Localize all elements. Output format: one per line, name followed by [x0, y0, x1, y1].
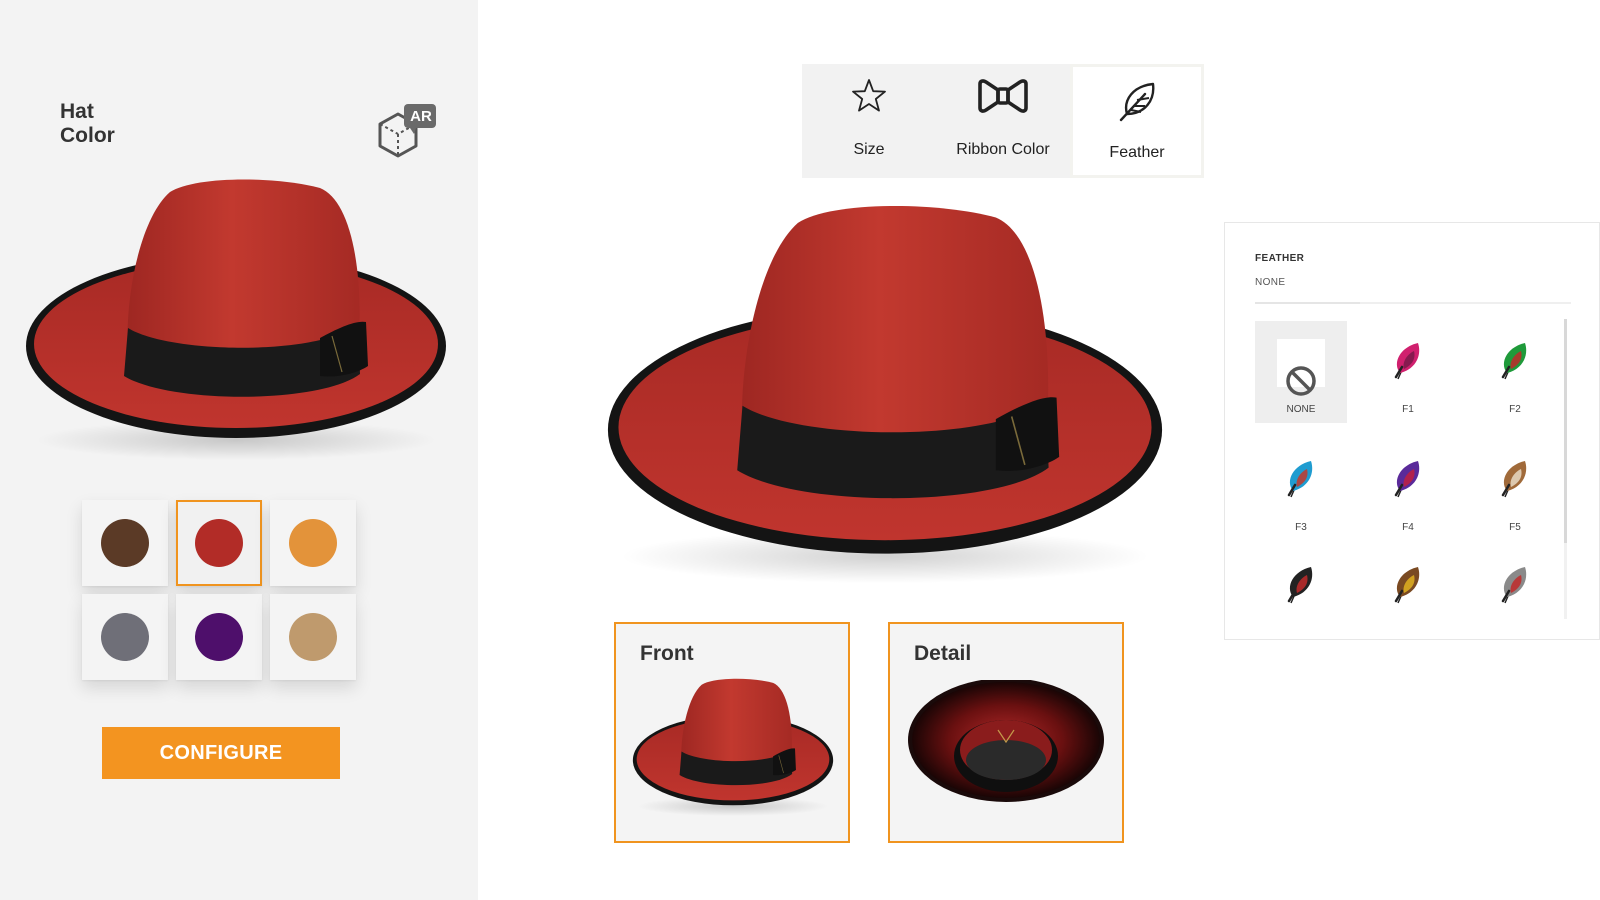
color-swatch-orange[interactable]	[270, 500, 356, 586]
title-line-1: Hat	[60, 100, 94, 123]
view-front-label: Front	[640, 642, 694, 665]
tab-feather-label: Feather	[1109, 144, 1165, 161]
color-dot	[195, 613, 243, 661]
feather-heading: FEATHER	[1255, 253, 1305, 264]
feather-option-f3[interactable]: F3	[1255, 439, 1347, 541]
color-swatch-red[interactable]	[176, 500, 262, 586]
title-line-2: Color	[60, 124, 115, 147]
color-swatch-grid	[82, 500, 366, 680]
pink-feather-icon	[1394, 343, 1420, 380]
feather-option-f2[interactable]: F2	[1469, 321, 1561, 423]
detail-view-thumbnail	[908, 680, 1104, 802]
feather-option-item-6[interactable]	[1255, 545, 1347, 629]
feather-option-item-8[interactable]	[1469, 545, 1561, 629]
none-icon-box	[1277, 339, 1325, 396]
feather-option-f1[interactable]: F1	[1362, 321, 1454, 423]
tab-feather[interactable]: Feather	[1070, 64, 1204, 178]
feather-option-label: F2	[1509, 404, 1521, 415]
color-swatch-gray[interactable]	[82, 594, 168, 680]
color-dot	[101, 519, 149, 567]
feather-option-none[interactable]: NONE	[1255, 321, 1347, 423]
tab-ribbon-color-label: Ribbon Color	[956, 141, 1050, 158]
color-dot	[195, 519, 243, 567]
panel-title: Hat Color	[60, 100, 180, 148]
bow-tie-icon	[978, 79, 1028, 113]
front-view-thumbnail	[630, 678, 836, 820]
feather-option-label: F4	[1402, 522, 1414, 533]
star-icon	[852, 79, 886, 112]
color-dot	[289, 519, 337, 567]
speckled-feather-icon	[1501, 461, 1527, 498]
ar-view-button[interactable]: AR	[376, 100, 440, 162]
tab-size[interactable]: Size	[802, 64, 936, 178]
feather-option-item-7[interactable]	[1362, 545, 1454, 629]
view-detail-card[interactable]: Detail	[888, 622, 1124, 843]
purple-feather-icon	[1394, 461, 1420, 498]
configure-button[interactable]: CONFIGURE	[102, 727, 340, 779]
feather-option-f5[interactable]: F5	[1469, 439, 1561, 541]
feather-option-label: F3	[1295, 522, 1307, 533]
no-symbol-icon	[1286, 366, 1316, 396]
main-hat-image	[600, 204, 1170, 594]
color-swatch-purple[interactable]	[176, 594, 262, 680]
green-feather-icon	[1501, 343, 1527, 380]
feather-option-f4[interactable]: F4	[1362, 439, 1454, 541]
gold-feather-icon	[1394, 567, 1420, 604]
feather-scroll-thumb[interactable]	[1564, 319, 1567, 543]
dark-feather-icon	[1287, 567, 1313, 604]
tab-ribbon-color[interactable]: Ribbon Color	[936, 64, 1070, 178]
feather-icon	[1119, 82, 1155, 122]
blue-feather-icon	[1287, 461, 1313, 498]
view-detail-label: Detail	[914, 642, 972, 665]
view-front-card[interactable]: Front	[614, 622, 850, 843]
feather-current-value: NONE	[1255, 277, 1286, 288]
color-dot	[101, 613, 149, 661]
tab-size-label: Size	[853, 141, 885, 158]
feather-option-label: NONE	[1286, 404, 1316, 415]
feather-option-label: F1	[1402, 404, 1414, 415]
color-dot	[289, 613, 337, 661]
feather-options-panel: FEATHER NONE NONE F1 F2 F3 F4 F5	[1224, 222, 1600, 640]
color-swatch-tan[interactable]	[270, 594, 356, 680]
ar-label: AR	[410, 108, 432, 125]
feather-option-label: F5	[1509, 522, 1521, 533]
hat-color-panel: Hat Color AR CONFIGURE	[0, 0, 478, 900]
color-swatch-brown[interactable]	[82, 500, 168, 586]
options-tab-bar: Size Ribbon Color Feather	[802, 64, 1204, 178]
gray-feather-icon	[1501, 567, 1527, 604]
feather-divider-active	[1255, 302, 1360, 304]
hat-preview-image	[20, 178, 452, 468]
